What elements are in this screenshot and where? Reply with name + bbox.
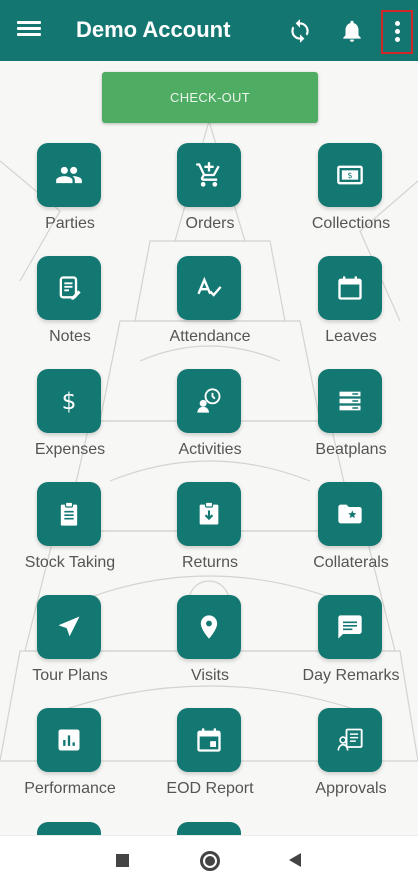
comment-icon (318, 595, 382, 659)
activities-icon (177, 369, 241, 433)
tile-label: Stock Taking (24, 554, 116, 571)
tile-label: Expenses (34, 441, 106, 458)
tile-visits[interactable]: Visits (140, 595, 280, 695)
checkout-button[interactable]: CHECK-OUT (102, 72, 318, 123)
approvals-icon (318, 708, 382, 772)
tile-partial[interactable] (177, 822, 241, 835)
tile-collaterals[interactable]: Collaterals (281, 482, 418, 582)
tile-label: Beatplans (315, 441, 387, 458)
tile-label: Parties (45, 215, 95, 232)
page-title: Demo Account (76, 17, 231, 42)
svg-text:$: $ (62, 387, 77, 415)
sync-icon[interactable] (287, 18, 313, 44)
beatplan-icon (318, 369, 382, 433)
tile-label: Activities (178, 441, 242, 458)
tile-label: Collections (311, 215, 391, 232)
tile-approvals[interactable]: Approvals (281, 708, 418, 808)
tile-activities[interactable]: Activities (140, 369, 280, 469)
tile-tour-plans[interactable]: Tour Plans (0, 595, 140, 695)
navigation-icon (37, 595, 101, 659)
tile-beatplans[interactable]: Beatplans (281, 369, 418, 469)
event-icon (177, 708, 241, 772)
tile-performance[interactable]: Performance (0, 708, 140, 808)
folder-star-icon (318, 482, 382, 546)
cart-icon (177, 143, 241, 207)
tile-label: Returns (181, 554, 239, 571)
tile-expenses[interactable]: $ Expenses (0, 369, 140, 469)
recent-apps-icon[interactable] (116, 854, 129, 867)
tile-label: Collaterals (313, 554, 389, 571)
tile-label: Orders (185, 215, 235, 232)
parties-icon (37, 143, 101, 207)
notification-bell-icon[interactable] (339, 18, 365, 44)
tile-day-remarks[interactable]: Day Remarks (281, 595, 418, 695)
location-pin-icon (177, 595, 241, 659)
tile-label: Tour Plans (32, 667, 108, 684)
tile-collections[interactable]: $ Collections (281, 143, 418, 243)
tile-parties[interactable]: Parties (0, 143, 140, 243)
calendar-icon (318, 256, 382, 320)
bar-chart-icon (37, 708, 101, 772)
tile-label: Notes (49, 328, 91, 345)
tile-label: Day Remarks (302, 667, 400, 684)
tile-label: EOD Report (166, 780, 254, 797)
system-nav-bar (0, 835, 418, 885)
dashboard: CHECK-OUT Parties Orders $ Collections N… (0, 61, 418, 835)
note-icon (37, 256, 101, 320)
tile-label: Approvals (315, 780, 387, 797)
tile-stock-taking[interactable]: Stock Taking (0, 482, 140, 582)
tile-label: Performance (24, 780, 116, 797)
attendance-icon (177, 256, 241, 320)
tile-label: Visits (191, 667, 229, 684)
dollar-icon: $ (37, 369, 101, 433)
tile-label: Attendance (169, 328, 251, 345)
tile-returns[interactable]: Returns (140, 482, 280, 582)
menu-icon[interactable] (17, 18, 41, 42)
cash-icon: $ (318, 143, 382, 207)
tile-leaves[interactable]: Leaves (281, 256, 418, 356)
overflow-menu-icon[interactable] (381, 10, 413, 54)
app-bar: Demo Account (0, 0, 418, 61)
clipboard-icon (37, 482, 101, 546)
svg-text:$: $ (347, 170, 352, 180)
back-icon[interactable] (289, 853, 301, 867)
tile-eod-report[interactable]: EOD Report (140, 708, 280, 808)
tile-orders[interactable]: Orders (140, 143, 280, 243)
home-icon[interactable] (200, 851, 220, 871)
tile-label: Leaves (325, 328, 377, 345)
tile-partial[interactable] (37, 822, 101, 835)
tile-attendance[interactable]: Attendance (140, 256, 280, 356)
tile-notes[interactable]: Notes (0, 256, 140, 356)
return-icon (177, 482, 241, 546)
